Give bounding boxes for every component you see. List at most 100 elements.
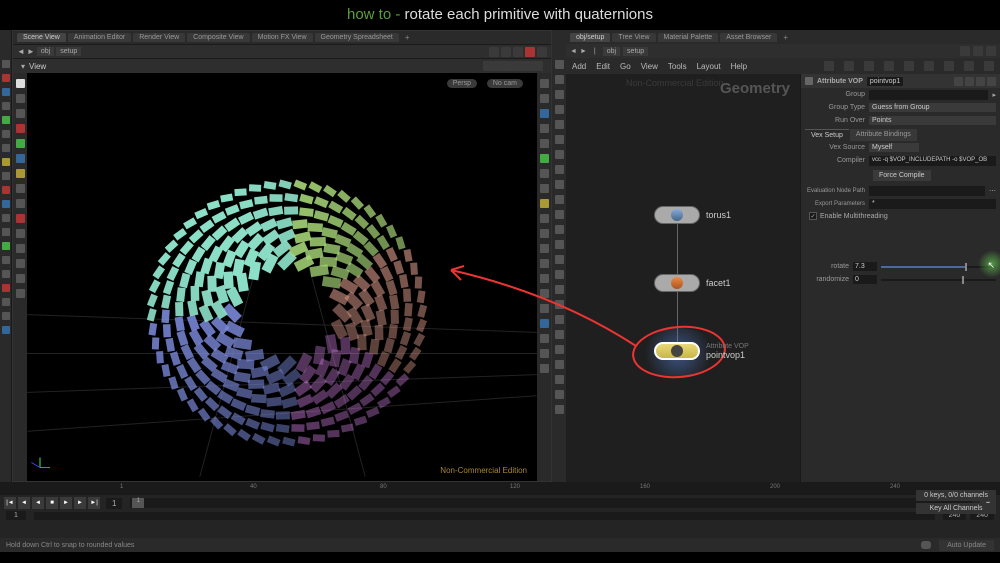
display-option-icon[interactable] [540, 199, 549, 208]
nav-back-icon[interactable]: ◄ [570, 48, 577, 55]
view-toolbar-icon[interactable] [513, 61, 523, 71]
shelf-icon[interactable] [2, 130, 10, 138]
menu-tools[interactable]: Tools [668, 62, 687, 71]
tool-icon[interactable] [16, 214, 25, 223]
view-toolbar-icon[interactable] [533, 61, 543, 71]
tab-composite-view[interactable]: Composite View [187, 33, 249, 42]
shelf-icon[interactable] [2, 102, 10, 110]
frame-scrubber[interactable]: 1 [130, 498, 972, 508]
snap-icon[interactable] [555, 405, 564, 414]
menu-add[interactable]: Add [572, 62, 586, 71]
prev-frame-icon[interactable]: ◄ [18, 497, 30, 509]
dropdown-group-type[interactable]: Guess from Group [869, 103, 996, 112]
last-frame-icon[interactable]: ►| [88, 497, 100, 509]
tab-network[interactable]: obj/setup [570, 33, 610, 42]
play-back-icon[interactable]: ◄ [32, 497, 44, 509]
next-frame-icon[interactable]: ► [74, 497, 86, 509]
shelf-icon[interactable] [2, 242, 10, 250]
shelf-icon[interactable] [2, 60, 10, 68]
nav-fwd-icon[interactable]: ► [580, 48, 587, 55]
tool-icon[interactable] [16, 274, 25, 283]
menu-help[interactable]: Help [731, 62, 747, 71]
field-group[interactable] [869, 90, 988, 100]
tool-icon[interactable] [16, 244, 25, 253]
tool-icon[interactable] [16, 169, 25, 178]
view-toolbar-icon[interactable] [483, 61, 493, 71]
snap-icon[interactable] [555, 135, 564, 144]
shelf-icon[interactable] [2, 200, 10, 208]
first-frame-icon[interactable]: |◄ [4, 497, 16, 509]
snap-icon[interactable] [555, 180, 564, 189]
camera-dropdown[interactable]: No cam [487, 79, 523, 88]
tab-scene-view[interactable]: Scene View [17, 33, 66, 42]
field-rotate[interactable]: 7.3 [853, 262, 877, 271]
field-randomize[interactable]: 0 [853, 275, 877, 284]
menu-edit[interactable]: Edit [596, 62, 610, 71]
cloud-icon[interactable] [921, 541, 931, 549]
display-option-icon[interactable] [540, 169, 549, 178]
stop-icon[interactable]: ■ [46, 497, 58, 509]
shelf-icon[interactable] [2, 298, 10, 306]
shelf-icon[interactable] [2, 256, 10, 264]
net-toolbar-icon[interactable] [924, 61, 934, 71]
display-option-icon[interactable] [540, 79, 549, 88]
node-torus[interactable]: torus1 [654, 206, 731, 224]
tool-icon[interactable] [16, 124, 25, 133]
shelf-icon[interactable] [2, 172, 10, 180]
toolbar-icon[interactable] [489, 47, 499, 57]
dropdown-run-over[interactable]: Points [869, 116, 996, 125]
menu-go[interactable]: Go [620, 62, 631, 71]
shelf-icon[interactable] [2, 74, 10, 82]
display-option-icon[interactable] [540, 184, 549, 193]
button-force-compile[interactable]: Force Compile [873, 170, 931, 181]
current-frame-field[interactable]: 1 [106, 498, 122, 509]
tab-material-palette[interactable]: Material Palette [658, 33, 719, 42]
info-icon[interactable] [965, 77, 974, 86]
snap-icon[interactable] [555, 120, 564, 129]
checkbox-multithread[interactable]: ✓ [809, 212, 817, 220]
shelf-icon[interactable] [2, 186, 10, 194]
snap-icon[interactable] [555, 195, 564, 204]
view-menu-icon[interactable]: ▾ [21, 62, 25, 71]
tool-icon[interactable] [16, 139, 25, 148]
display-option-icon[interactable] [540, 244, 549, 253]
path-setup[interactable]: setup [56, 47, 81, 56]
snap-icon[interactable] [555, 255, 564, 264]
status-key-all[interactable]: Key All Channels [916, 503, 996, 514]
net-toolbar-icon[interactable] [864, 61, 874, 71]
toolbar-icon[interactable] [525, 47, 535, 57]
display-option-icon[interactable] [540, 154, 549, 163]
shelf-icon[interactable] [2, 144, 10, 152]
path-setup[interactable]: setup [623, 47, 648, 56]
field-compiler[interactable]: vcc -q $VOP_INCLUDEPATH -o $VOP_OB [869, 156, 996, 166]
tool-icon[interactable] [16, 109, 25, 118]
range-start-field[interactable]: 1 [6, 511, 26, 520]
snap-icon[interactable] [555, 210, 564, 219]
field-export-params[interactable]: * [869, 199, 996, 209]
tool-icon[interactable] [16, 94, 25, 103]
net-toolbar-icon[interactable] [904, 61, 914, 71]
net-toolbar-icon[interactable] [884, 61, 894, 71]
tab-geo-spreadsheet[interactable]: Geometry Spreadsheet [315, 33, 399, 42]
tool-icon[interactable] [16, 199, 25, 208]
play-icon[interactable]: ► [60, 497, 72, 509]
status-keys[interactable]: 0 keys, 0/0 channels [916, 490, 996, 501]
tab-motion-fx[interactable]: Motion FX View [252, 33, 313, 42]
help-icon[interactable] [976, 77, 985, 86]
display-option-icon[interactable] [540, 364, 549, 373]
net-toolbar-icon[interactable] [844, 61, 854, 71]
shelf-icon[interactable] [2, 214, 10, 222]
path-obj[interactable]: obj [37, 47, 54, 56]
snap-icon[interactable] [555, 390, 564, 399]
tab-vex-setup[interactable]: Vex Setup [805, 129, 849, 141]
snap-icon[interactable] [555, 105, 564, 114]
shelf-icon[interactable] [2, 88, 10, 96]
tool-icon[interactable] [16, 259, 25, 268]
tool-icon[interactable] [16, 229, 25, 238]
auto-update-dropdown[interactable]: Auto Update [939, 540, 994, 551]
network-canvas[interactable]: Non-Commercial Edition Geometry torus1 f… [566, 74, 800, 482]
tool-icon[interactable] [16, 154, 25, 163]
shelf-icon[interactable] [2, 284, 10, 292]
net-toolbar-icon[interactable] [984, 61, 994, 71]
select-tool-icon[interactable] [16, 79, 25, 88]
